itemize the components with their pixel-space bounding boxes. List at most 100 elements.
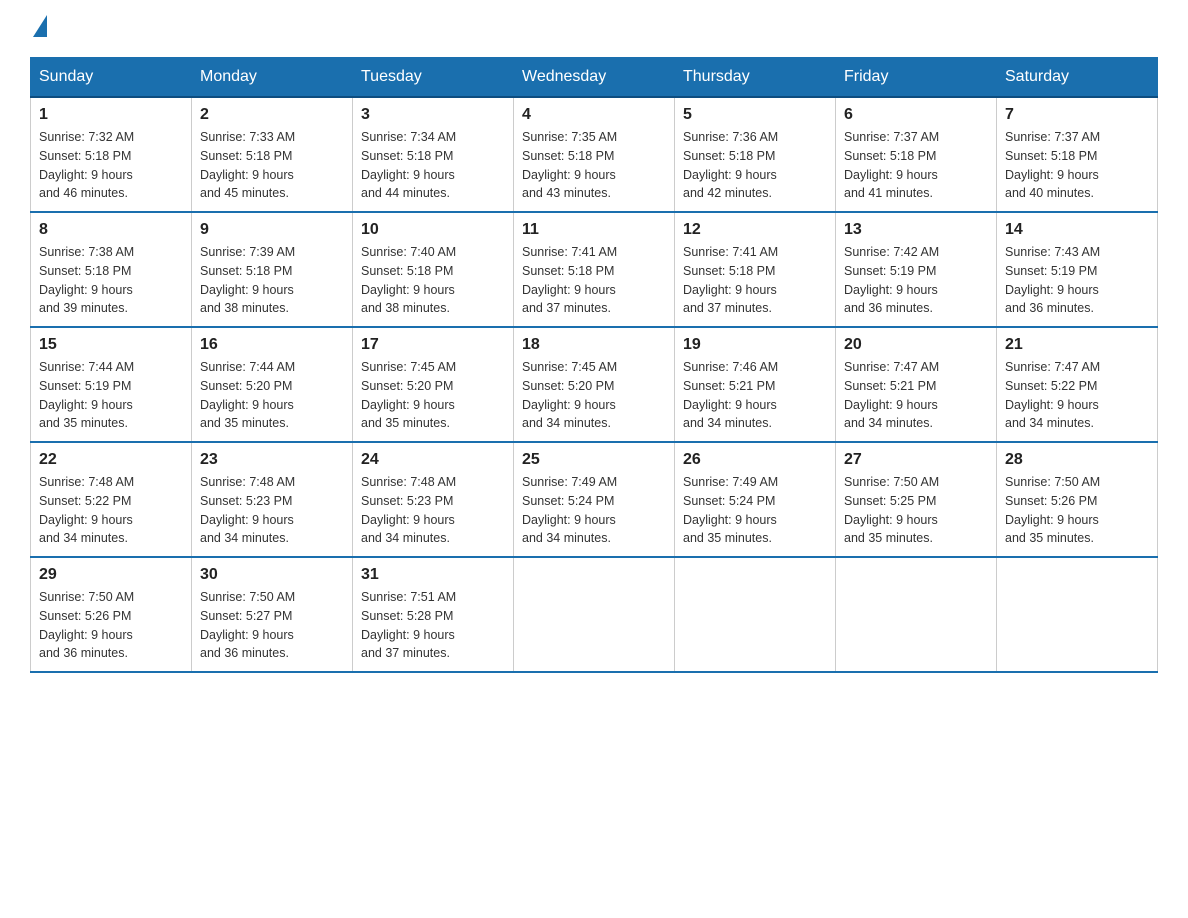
column-header-thursday: Thursday <box>675 58 836 98</box>
day-number: 19 <box>683 336 827 354</box>
column-header-tuesday: Tuesday <box>353 58 514 98</box>
day-info: Sunrise: 7:45 AM Sunset: 5:20 PM Dayligh… <box>361 358 505 433</box>
calendar-week-row: 22 Sunrise: 7:48 AM Sunset: 5:22 PM Dayl… <box>31 442 1158 557</box>
calendar-cell: 5 Sunrise: 7:36 AM Sunset: 5:18 PM Dayli… <box>675 97 836 212</box>
calendar-cell: 19 Sunrise: 7:46 AM Sunset: 5:21 PM Dayl… <box>675 327 836 442</box>
calendar-week-row: 15 Sunrise: 7:44 AM Sunset: 5:19 PM Dayl… <box>31 327 1158 442</box>
day-number: 28 <box>1005 451 1149 469</box>
calendar-cell: 31 Sunrise: 7:51 AM Sunset: 5:28 PM Dayl… <box>353 557 514 672</box>
calendar-cell: 27 Sunrise: 7:50 AM Sunset: 5:25 PM Dayl… <box>836 442 997 557</box>
calendar-cell: 15 Sunrise: 7:44 AM Sunset: 5:19 PM Dayl… <box>31 327 192 442</box>
day-number: 6 <box>844 106 988 124</box>
day-info: Sunrise: 7:38 AM Sunset: 5:18 PM Dayligh… <box>39 243 183 318</box>
calendar-cell: 16 Sunrise: 7:44 AM Sunset: 5:20 PM Dayl… <box>192 327 353 442</box>
day-number: 22 <box>39 451 183 469</box>
day-number: 16 <box>200 336 344 354</box>
column-header-monday: Monday <box>192 58 353 98</box>
calendar-cell: 28 Sunrise: 7:50 AM Sunset: 5:26 PM Dayl… <box>997 442 1158 557</box>
day-info: Sunrise: 7:49 AM Sunset: 5:24 PM Dayligh… <box>683 473 827 548</box>
column-header-friday: Friday <box>836 58 997 98</box>
day-info: Sunrise: 7:32 AM Sunset: 5:18 PM Dayligh… <box>39 128 183 203</box>
calendar-cell: 1 Sunrise: 7:32 AM Sunset: 5:18 PM Dayli… <box>31 97 192 212</box>
day-info: Sunrise: 7:42 AM Sunset: 5:19 PM Dayligh… <box>844 243 988 318</box>
day-number: 29 <box>39 566 183 584</box>
day-number: 31 <box>361 566 505 584</box>
day-info: Sunrise: 7:44 AM Sunset: 5:19 PM Dayligh… <box>39 358 183 433</box>
logo-triangle-icon <box>33 15 47 37</box>
day-info: Sunrise: 7:50 AM Sunset: 5:26 PM Dayligh… <box>1005 473 1149 548</box>
page-header <box>30 20 1158 37</box>
calendar-cell: 6 Sunrise: 7:37 AM Sunset: 5:18 PM Dayli… <box>836 97 997 212</box>
day-info: Sunrise: 7:37 AM Sunset: 5:18 PM Dayligh… <box>844 128 988 203</box>
calendar-week-row: 8 Sunrise: 7:38 AM Sunset: 5:18 PM Dayli… <box>31 212 1158 327</box>
calendar-cell: 30 Sunrise: 7:50 AM Sunset: 5:27 PM Dayl… <box>192 557 353 672</box>
day-info: Sunrise: 7:46 AM Sunset: 5:21 PM Dayligh… <box>683 358 827 433</box>
day-number: 27 <box>844 451 988 469</box>
calendar-cell: 4 Sunrise: 7:35 AM Sunset: 5:18 PM Dayli… <box>514 97 675 212</box>
day-info: Sunrise: 7:48 AM Sunset: 5:22 PM Dayligh… <box>39 473 183 548</box>
day-info: Sunrise: 7:50 AM Sunset: 5:25 PM Dayligh… <box>844 473 988 548</box>
day-info: Sunrise: 7:35 AM Sunset: 5:18 PM Dayligh… <box>522 128 666 203</box>
day-info: Sunrise: 7:50 AM Sunset: 5:27 PM Dayligh… <box>200 588 344 663</box>
calendar-cell: 29 Sunrise: 7:50 AM Sunset: 5:26 PM Dayl… <box>31 557 192 672</box>
calendar-cell: 26 Sunrise: 7:49 AM Sunset: 5:24 PM Dayl… <box>675 442 836 557</box>
calendar-cell: 2 Sunrise: 7:33 AM Sunset: 5:18 PM Dayli… <box>192 97 353 212</box>
calendar-cell: 8 Sunrise: 7:38 AM Sunset: 5:18 PM Dayli… <box>31 212 192 327</box>
column-header-wednesday: Wednesday <box>514 58 675 98</box>
day-info: Sunrise: 7:48 AM Sunset: 5:23 PM Dayligh… <box>200 473 344 548</box>
day-number: 5 <box>683 106 827 124</box>
day-number: 10 <box>361 221 505 239</box>
day-number: 25 <box>522 451 666 469</box>
day-number: 18 <box>522 336 666 354</box>
calendar-cell: 10 Sunrise: 7:40 AM Sunset: 5:18 PM Dayl… <box>353 212 514 327</box>
day-number: 24 <box>361 451 505 469</box>
day-info: Sunrise: 7:34 AM Sunset: 5:18 PM Dayligh… <box>361 128 505 203</box>
calendar-cell: 17 Sunrise: 7:45 AM Sunset: 5:20 PM Dayl… <box>353 327 514 442</box>
day-number: 4 <box>522 106 666 124</box>
day-info: Sunrise: 7:41 AM Sunset: 5:18 PM Dayligh… <box>683 243 827 318</box>
day-number: 8 <box>39 221 183 239</box>
calendar-cell <box>675 557 836 672</box>
calendar-cell: 13 Sunrise: 7:42 AM Sunset: 5:19 PM Dayl… <box>836 212 997 327</box>
day-number: 12 <box>683 221 827 239</box>
calendar-cell <box>514 557 675 672</box>
day-number: 14 <box>1005 221 1149 239</box>
day-info: Sunrise: 7:50 AM Sunset: 5:26 PM Dayligh… <box>39 588 183 663</box>
day-info: Sunrise: 7:39 AM Sunset: 5:18 PM Dayligh… <box>200 243 344 318</box>
calendar-cell: 11 Sunrise: 7:41 AM Sunset: 5:18 PM Dayl… <box>514 212 675 327</box>
calendar-cell: 25 Sunrise: 7:49 AM Sunset: 5:24 PM Dayl… <box>514 442 675 557</box>
calendar-cell: 18 Sunrise: 7:45 AM Sunset: 5:20 PM Dayl… <box>514 327 675 442</box>
day-info: Sunrise: 7:33 AM Sunset: 5:18 PM Dayligh… <box>200 128 344 203</box>
day-number: 11 <box>522 221 666 239</box>
day-number: 20 <box>844 336 988 354</box>
day-info: Sunrise: 7:47 AM Sunset: 5:21 PM Dayligh… <box>844 358 988 433</box>
day-info: Sunrise: 7:43 AM Sunset: 5:19 PM Dayligh… <box>1005 243 1149 318</box>
day-info: Sunrise: 7:51 AM Sunset: 5:28 PM Dayligh… <box>361 588 505 663</box>
calendar-cell: 9 Sunrise: 7:39 AM Sunset: 5:18 PM Dayli… <box>192 212 353 327</box>
day-number: 3 <box>361 106 505 124</box>
calendar-header-row: SundayMondayTuesdayWednesdayThursdayFrid… <box>31 58 1158 98</box>
day-number: 1 <box>39 106 183 124</box>
day-info: Sunrise: 7:41 AM Sunset: 5:18 PM Dayligh… <box>522 243 666 318</box>
calendar-cell: 14 Sunrise: 7:43 AM Sunset: 5:19 PM Dayl… <box>997 212 1158 327</box>
day-info: Sunrise: 7:48 AM Sunset: 5:23 PM Dayligh… <box>361 473 505 548</box>
calendar-cell <box>836 557 997 672</box>
calendar-cell <box>997 557 1158 672</box>
calendar-table: SundayMondayTuesdayWednesdayThursdayFrid… <box>30 57 1158 673</box>
calendar-cell: 23 Sunrise: 7:48 AM Sunset: 5:23 PM Dayl… <box>192 442 353 557</box>
calendar-cell: 12 Sunrise: 7:41 AM Sunset: 5:18 PM Dayl… <box>675 212 836 327</box>
day-info: Sunrise: 7:40 AM Sunset: 5:18 PM Dayligh… <box>361 243 505 318</box>
calendar-cell: 7 Sunrise: 7:37 AM Sunset: 5:18 PM Dayli… <box>997 97 1158 212</box>
day-number: 13 <box>844 221 988 239</box>
day-number: 21 <box>1005 336 1149 354</box>
calendar-cell: 24 Sunrise: 7:48 AM Sunset: 5:23 PM Dayl… <box>353 442 514 557</box>
day-info: Sunrise: 7:47 AM Sunset: 5:22 PM Dayligh… <box>1005 358 1149 433</box>
day-number: 26 <box>683 451 827 469</box>
calendar-cell: 22 Sunrise: 7:48 AM Sunset: 5:22 PM Dayl… <box>31 442 192 557</box>
column-header-sunday: Sunday <box>31 58 192 98</box>
column-header-saturday: Saturday <box>997 58 1158 98</box>
day-info: Sunrise: 7:49 AM Sunset: 5:24 PM Dayligh… <box>522 473 666 548</box>
day-info: Sunrise: 7:37 AM Sunset: 5:18 PM Dayligh… <box>1005 128 1149 203</box>
calendar-cell: 3 Sunrise: 7:34 AM Sunset: 5:18 PM Dayli… <box>353 97 514 212</box>
calendar-week-row: 29 Sunrise: 7:50 AM Sunset: 5:26 PM Dayl… <box>31 557 1158 672</box>
